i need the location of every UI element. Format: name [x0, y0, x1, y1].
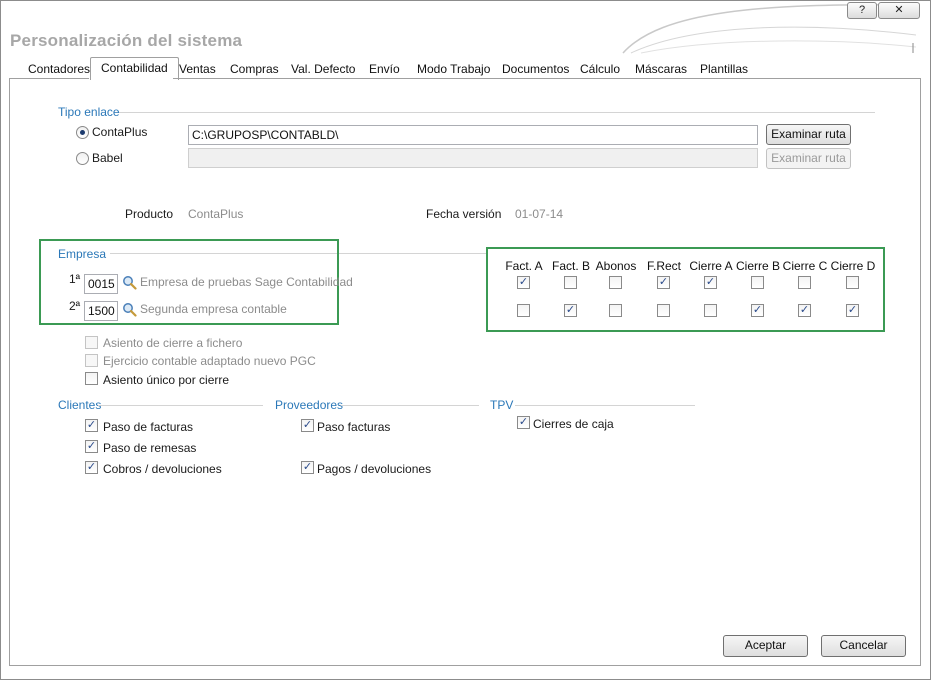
- asiento-cierre-fichero-checkbox[interactable]: [85, 336, 98, 349]
- empresa-2-code-input[interactable]: 1500: [84, 301, 118, 321]
- radio-dot: [80, 130, 85, 135]
- tab-val-defecto[interactable]: Val. Defecto: [291, 61, 355, 79]
- matrix-checkbox[interactable]: [657, 304, 670, 317]
- empresa-heading: Empresa: [58, 247, 111, 261]
- cancel-button[interactable]: Cancelar: [821, 635, 906, 657]
- paso-facturas-clientes-label: Paso de facturas: [103, 420, 194, 434]
- tipo-enlace-divider: [119, 112, 875, 113]
- tab-contadores[interactable]: Contadores: [28, 61, 90, 79]
- fecha-version-value: 01-07-14: [515, 207, 564, 221]
- matrix-checkbox[interactable]: [798, 276, 811, 289]
- empresa-2-name: Segunda empresa contable: [140, 302, 287, 316]
- examinar-ruta-disabled-button[interactable]: Examinar ruta: [766, 148, 851, 169]
- matrix-checkbox[interactable]: [704, 304, 717, 317]
- cierres-caja-checkbox[interactable]: ✓: [517, 416, 530, 429]
- window-title: Personalización del sistema: [10, 31, 243, 50]
- help-icon: ?: [858, 4, 866, 16]
- producto-value: ContaPlus: [188, 207, 244, 221]
- matrix-checkbox[interactable]: [609, 276, 622, 289]
- accept-button[interactable]: Aceptar: [723, 635, 808, 657]
- babel-path-input[interactable]: [188, 148, 758, 168]
- tab-modo-trabajo[interactable]: Modo Trabajo: [417, 61, 490, 79]
- matrix-column-header: Cierre D: [830, 259, 876, 273]
- examinar-ruta-button[interactable]: Examinar ruta: [766, 124, 851, 145]
- empresa-2-ordinal: 2ª: [69, 299, 81, 313]
- contaplus-label: ContaPlus: [92, 125, 148, 139]
- document-type-matrix: Fact. A Fact. B Abonos F.Rect Cierre A Cierre…: [486, 247, 885, 332]
- matrix-checkbox[interactable]: ✓: [657, 276, 670, 289]
- asiento-unico-checkbox[interactable]: [85, 372, 98, 385]
- paso-facturas-proveedores-label: Paso facturas: [317, 420, 391, 434]
- tab-documentos[interactable]: Documentos: [502, 61, 569, 79]
- matrix-checkbox[interactable]: [609, 304, 622, 317]
- pagos-devoluciones-checkbox[interactable]: ✓: [301, 461, 314, 474]
- cierres-caja-label: Cierres de caja: [533, 417, 614, 431]
- cobros-devoluciones-label: Cobros / devoluciones: [103, 462, 222, 476]
- matrix-checkbox[interactable]: [846, 276, 859, 289]
- search-icon[interactable]: [122, 302, 137, 320]
- search-icon[interactable]: [122, 275, 137, 293]
- ejercicio-pgc-checkbox[interactable]: [85, 354, 98, 367]
- pagos-devoluciones-label: Pagos / devoluciones: [317, 462, 432, 476]
- dialog-window: ? ✕ Personalización del sistema Contador…: [0, 0, 931, 680]
- tipo-enlace-heading: Tipo enlace: [58, 105, 120, 119]
- paso-facturas-proveedores-checkbox[interactable]: ✓: [301, 419, 314, 432]
- close-icon: ✕: [894, 4, 904, 16]
- clientes-divider: [98, 405, 263, 406]
- tab-compras[interactable]: Compras: [230, 61, 279, 79]
- matrix-checkbox[interactable]: [517, 304, 530, 317]
- tab-calculo[interactable]: Cálculo: [580, 61, 620, 79]
- paso-remesas-label: Paso de remesas: [103, 441, 197, 455]
- matrix-checkbox[interactable]: ✓: [704, 276, 717, 289]
- close-button[interactable]: ✕: [878, 2, 920, 19]
- tpv-divider: [515, 405, 695, 406]
- proveedores-divider: [341, 405, 479, 406]
- tab-ventas[interactable]: Ventas: [179, 61, 216, 79]
- tab-contabilidad[interactable]: Contabilidad: [90, 57, 179, 80]
- babel-label: Babel: [92, 151, 123, 165]
- matrix-checkbox[interactable]: ✓: [846, 304, 859, 317]
- ejercicio-pgc-label: Ejercicio contable adaptado nuevo PGC: [103, 354, 316, 368]
- tab-mascaras[interactable]: Máscaras: [635, 61, 687, 79]
- proveedores-heading: Proveedores: [275, 398, 344, 412]
- matrix-checkbox[interactable]: ✓: [751, 304, 764, 317]
- help-button[interactable]: ?: [847, 2, 877, 19]
- empresa-1-code-input[interactable]: 0015: [84, 274, 118, 294]
- matrix-checkbox[interactable]: [564, 276, 577, 289]
- asiento-unico-label: Asiento único por cierre: [103, 373, 230, 387]
- empresa-1-ordinal: 1ª: [69, 272, 81, 286]
- tab-plantillas[interactable]: Plantillas: [700, 61, 748, 79]
- producto-label: Producto: [125, 207, 174, 221]
- clientes-heading: Clientes: [58, 398, 102, 412]
- tab-envio[interactable]: Envío: [369, 61, 400, 79]
- contaplus-path-input[interactable]: C:\GRUPOSP\CONTABLD\: [188, 125, 758, 145]
- paso-remesas-checkbox[interactable]: ✓: [85, 440, 98, 453]
- paso-facturas-clientes-checkbox[interactable]: ✓: [85, 419, 98, 432]
- matrix-checkbox[interactable]: ✓: [517, 276, 530, 289]
- matrix-checkbox[interactable]: ✓: [798, 304, 811, 317]
- empresa-1-name: Empresa de pruebas Sage Contabilidad: [140, 275, 353, 289]
- cobros-devoluciones-checkbox[interactable]: ✓: [85, 461, 98, 474]
- tpv-heading: TPV: [490, 398, 514, 412]
- fecha-version-label: Fecha versión: [426, 207, 502, 221]
- contaplus-radio[interactable]: [76, 126, 89, 139]
- asiento-cierre-fichero-label: Asiento de cierre a fichero: [103, 336, 243, 350]
- babel-radio[interactable]: [76, 152, 89, 165]
- matrix-checkbox[interactable]: ✓: [564, 304, 577, 317]
- matrix-checkbox[interactable]: [751, 276, 764, 289]
